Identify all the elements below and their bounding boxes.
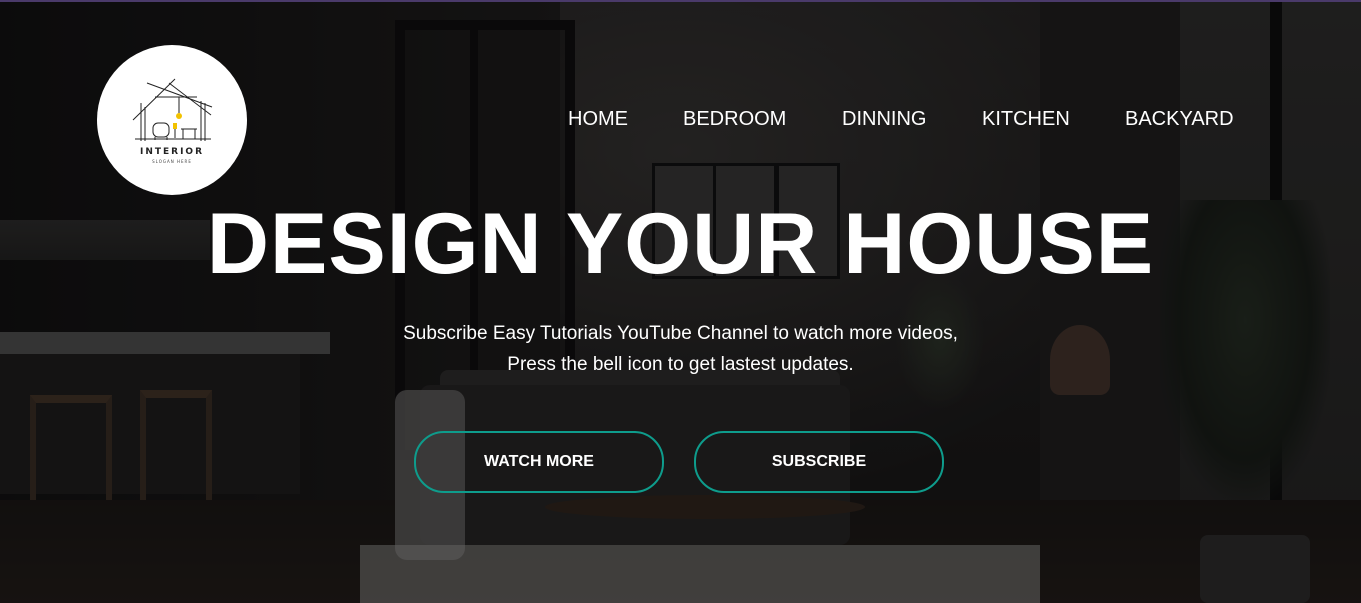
nav-item-kitchen[interactable]: KITCHEN xyxy=(982,107,1070,131)
house-outline-icon xyxy=(132,78,213,141)
nav-item-dinning[interactable]: DINNING xyxy=(842,107,926,131)
nav-item-bedroom[interactable]: BEDROOM xyxy=(683,107,786,131)
hero-headline: DESIGN YOUR HOUSE xyxy=(206,196,1155,292)
nav-item-backyard[interactable]: BACKYARD xyxy=(1125,107,1234,131)
hero-subtext-line-1: Subscribe Easy Tutorials YouTube Channel… xyxy=(403,323,958,344)
hero-subtext-line-2: Press the bell icon to get lastest updat… xyxy=(507,354,854,375)
watch-more-button[interactable]: WATCH MORE xyxy=(414,431,664,493)
main-navigation: HOME BEDROOM DINNING KITCHEN BACKYARD xyxy=(540,107,1260,131)
logo-slogan: SLOGAN HERE xyxy=(152,159,192,164)
brand-logo[interactable]: INTERIOR SLOGAN HERE xyxy=(97,45,247,195)
top-accent-line xyxy=(0,0,1361,2)
logo-title: INTERIOR xyxy=(139,147,205,157)
subscribe-button[interactable]: SUBSCRIBE xyxy=(694,431,944,493)
nav-item-home[interactable]: HOME xyxy=(568,107,628,131)
